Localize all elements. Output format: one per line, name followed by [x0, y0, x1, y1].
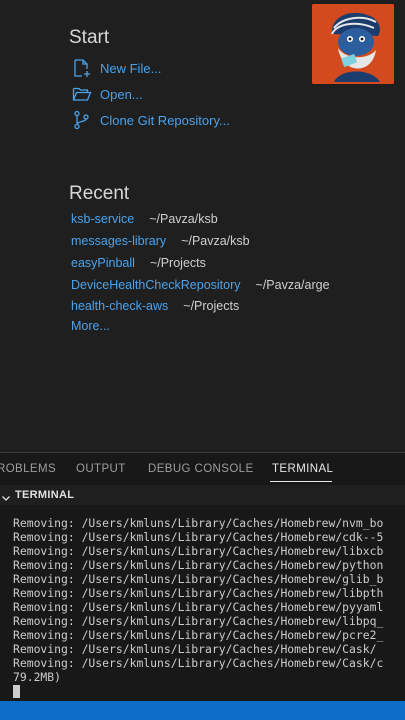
clone-git-repository-action[interactable]: Clone Git Repository...: [72, 109, 230, 131]
terminal-prompt-line: [13, 684, 405, 698]
vscode-window: Start New File... Open... Clone Git Repo…: [0, 0, 405, 720]
open-action[interactable]: Open...: [72, 83, 143, 105]
active-tab-indicator: [270, 481, 332, 482]
recent-item-name[interactable]: DeviceHealthCheckRepository: [71, 278, 241, 292]
new-file-label: New File...: [100, 60, 162, 76]
git-branch-icon: [72, 110, 92, 130]
terminal-line: Removing: /Users/kmluns/Library/Caches/H…: [13, 600, 384, 614]
recent-item-name[interactable]: ksb-service: [71, 212, 134, 226]
panel-tabs: ROBLEMS OUTPUT DEBUG CONSOLE TERMINAL: [0, 453, 405, 485]
bottom-panel: ROBLEMS OUTPUT DEBUG CONSOLE TERMINAL TE…: [0, 453, 405, 701]
terminal-line: Removing: /Users/kmluns/Library/Caches/H…: [13, 530, 384, 544]
tab-problems[interactable]: ROBLEMS: [0, 463, 56, 475]
new-file-action[interactable]: New File...: [72, 57, 161, 79]
tab-output[interactable]: OUTPUT: [76, 463, 126, 475]
more-recent-link[interactable]: More...: [71, 319, 110, 333]
recent-item-name[interactable]: messages-library: [71, 234, 166, 248]
recent-item-path: ~/Pavza/ksb: [181, 234, 250, 248]
terminal-line: Removing: /Users/kmluns/Library/Caches/H…: [13, 586, 384, 600]
recent-item: easyPinball ~/Projects: [71, 254, 206, 272]
terminal-line: Removing: /Users/kmluns/Library/Caches/H…: [13, 614, 384, 628]
recent-item: DeviceHealthCheckRepository ~/Pavza/arge: [71, 276, 330, 294]
terminal-cursor: [13, 685, 20, 698]
recent-item-name[interactable]: health-check-aws: [71, 299, 168, 313]
terminal-output[interactable]: Removing: /Users/kmluns/Library/Caches/H…: [13, 516, 405, 698]
recent-item-path: ~/Projects: [183, 299, 240, 313]
terminal-line: Removing: /Users/kmluns/Library/Caches/H…: [13, 544, 384, 558]
recent-heading: Recent: [69, 183, 130, 204]
open-label: Open...: [100, 86, 143, 102]
terminal-line: Removing: /Users/kmluns/Library/Caches/H…: [13, 656, 384, 670]
terminal-line: Removing: /Users/kmluns/Library/Caches/H…: [13, 642, 377, 656]
welcome-page: Start New File... Open... Clone Git Repo…: [0, 0, 405, 452]
status-bar: [0, 701, 405, 720]
tab-debug-console[interactable]: DEBUG CONSOLE: [148, 463, 254, 475]
terminal-line: Removing: /Users/kmluns/Library/Caches/H…: [13, 558, 384, 572]
recent-item: messages-library ~/Pavza/ksb: [71, 232, 250, 250]
recent-item-path: ~/Pavza/arge: [255, 278, 330, 292]
recent-item-path: ~/Projects: [149, 256, 206, 270]
new-file-icon: [72, 58, 92, 78]
terminal-line: Removing: /Users/kmluns/Library/Caches/H…: [13, 628, 384, 642]
avatar: [312, 4, 394, 84]
terminal-section-header[interactable]: TERMINAL: [0, 485, 405, 505]
clone-git-repository-label: Clone Git Repository...: [100, 112, 230, 128]
terminal-section-title: TERMINAL: [15, 489, 75, 501]
terminal-line: 79.2MB): [13, 670, 62, 684]
tab-terminal[interactable]: TERMINAL: [272, 463, 333, 475]
chevron-down-icon: [1, 490, 11, 501]
terminal-line: Removing: /Users/kmluns/Library/Caches/H…: [13, 516, 384, 530]
recent-item-path: ~/Pavza/ksb: [149, 212, 218, 226]
recent-item: health-check-aws ~/Projects: [71, 297, 239, 315]
terminal-line: Removing: /Users/kmluns/Library/Caches/H…: [13, 572, 384, 586]
start-heading: Start: [69, 27, 110, 48]
recent-item-name[interactable]: easyPinball: [71, 256, 135, 270]
folder-open-icon: [72, 84, 92, 104]
recent-item: ksb-service ~/Pavza/ksb: [71, 210, 218, 228]
